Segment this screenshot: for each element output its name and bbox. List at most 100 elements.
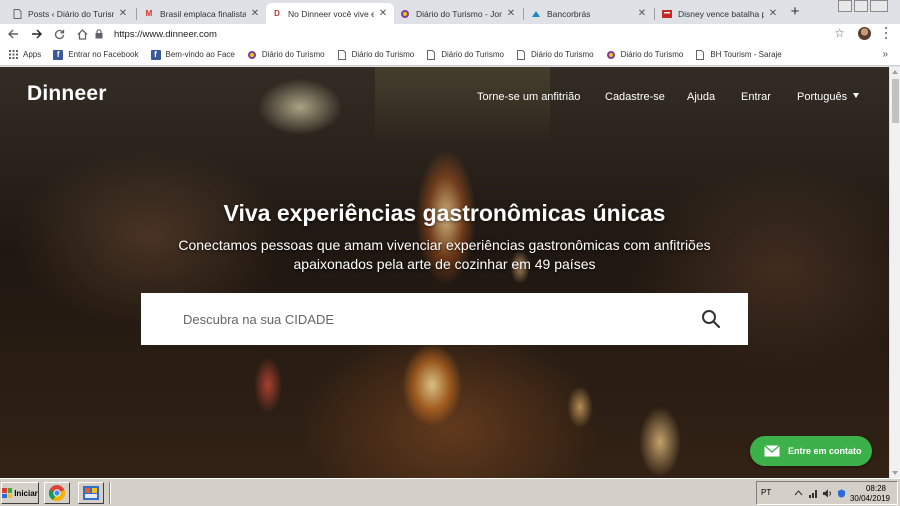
bookmark-label: Apps (23, 50, 42, 59)
gmail-icon: M (145, 9, 153, 18)
close-icon[interactable]: ✕ (378, 8, 388, 19)
hero-subtitle: Conectamos pessoas que amam vivenciar ex… (178, 237, 711, 272)
bookmark-facebook-login[interactable]: f Entrar no Facebook (53, 49, 139, 60)
home-icon[interactable] (72, 25, 92, 43)
close-icon[interactable]: ✕ (250, 8, 260, 19)
contact-button-label: Entre em contato (788, 446, 862, 456)
scroll-up-icon[interactable] (892, 70, 898, 74)
chrome-icon (48, 485, 66, 502)
tab-strip: Posts ‹ Diário do Turismo ✕ M Brasil emp… (0, 0, 900, 24)
system-tray: PT 08:28 30/04/2019 (756, 481, 898, 505)
language-indicator[interactable]: PT (761, 488, 771, 497)
clock-time: 08:28 (865, 484, 887, 493)
forward-icon[interactable] (26, 25, 46, 43)
minimize-button[interactable] (838, 0, 852, 12)
bookmark-apps[interactable]: Apps (8, 50, 41, 60)
bookmark-label: Bem-vindo ao Face (165, 50, 235, 59)
facebook-icon: f (150, 49, 161, 60)
hero-title: Viva experiências gastronômicas únicas (223, 200, 666, 226)
chevron-down-icon (853, 93, 859, 98)
nav-login[interactable]: Entrar (741, 91, 771, 103)
volume-icon[interactable] (823, 489, 832, 498)
search-icon[interactable] (701, 309, 721, 329)
profile-avatar[interactable] (858, 27, 871, 40)
dinneer-icon: D (274, 9, 280, 18)
contact-button[interactable]: Entre em contato (750, 436, 872, 466)
media-app-icon (83, 486, 99, 500)
tab-posts[interactable]: Posts ‹ Diário do Turismo ✕ (6, 3, 134, 24)
news-icon (662, 9, 672, 19)
chrome-taskbar-button[interactable] (44, 482, 70, 504)
diario-icon (247, 50, 257, 60)
menu-kebab-icon[interactable] (883, 26, 889, 40)
nav-become-host[interactable]: Torne-se um anfitrião (477, 91, 580, 103)
page-icon (516, 49, 526, 60)
page-icon (12, 8, 22, 19)
nav-language-select[interactable]: Português (797, 91, 847, 103)
diario-icon (400, 9, 410, 19)
bookmark-diario-1[interactable]: Diário do Turismo (247, 50, 325, 60)
tab-disney[interactable]: Disney vence batalha pe ✕ (656, 3, 784, 24)
tab-diario[interactable]: Diário do Turismo - Jorn ✕ (394, 3, 522, 24)
media-taskbar-button[interactable] (78, 482, 104, 504)
network-icon[interactable] (809, 489, 818, 498)
close-icon[interactable]: ✕ (768, 8, 778, 19)
tab-title: Brasil emplaca finalista e (160, 8, 246, 19)
bookmark-star-icon[interactable]: ☆ (834, 26, 845, 40)
lock-icon (95, 29, 105, 39)
scroll-down-icon[interactable] (892, 471, 898, 475)
mail-icon (764, 445, 780, 457)
bookmark-diario-5[interactable]: Diário do Turismo (606, 50, 684, 60)
close-icon[interactable]: ✕ (506, 8, 516, 19)
dinneer-logo[interactable]: Dinneer (27, 82, 107, 106)
scroll-thumb[interactable] (892, 79, 899, 123)
back-icon[interactable] (3, 25, 23, 43)
maximize-button[interactable] (854, 0, 868, 12)
nav-signup[interactable]: Cadastre-se (605, 91, 665, 103)
start-label: Iniciar (14, 488, 38, 498)
address-bar[interactable]: https://www.dinneer.com ☆ (95, 26, 855, 42)
bookmark-diario-2[interactable]: Diário do Turismo (337, 49, 415, 60)
close-icon[interactable]: ✕ (118, 8, 128, 19)
bookmarks-overflow-button[interactable]: » (882, 49, 888, 60)
page-scrollbar[interactable] (889, 67, 900, 478)
bookmark-bh-tourism[interactable]: BH Tourism - Saraje (695, 49, 782, 60)
tab-title: Disney vence batalha pe (678, 8, 764, 19)
new-tab-button[interactable]: + (786, 4, 804, 20)
tab-title: No Dinneer você vive ex (288, 8, 374, 19)
close-window-button[interactable] (870, 0, 888, 12)
start-button[interactable]: Iniciar (1, 482, 39, 504)
nav-help[interactable]: Ajuda (687, 91, 715, 103)
bookmark-label: Entrar no Facebook (68, 50, 139, 59)
bookmark-label: Diário do Turismo (261, 50, 325, 59)
browser-toolbar: https://www.dinneer.com ☆ (0, 24, 900, 44)
bookmark-label: BH Tourism - Saraje (710, 50, 782, 59)
bookmark-facebook-welcome[interactable]: f Bem-vindo ao Face (150, 49, 235, 60)
diario-icon (606, 50, 616, 60)
bookmark-label: Diário do Turismo (620, 50, 684, 59)
tab-bancorbras[interactable]: Bancorbrás ✕ (525, 3, 653, 24)
tab-title: Diário do Turismo - Jorn (416, 8, 502, 19)
url-text: https://www.dinneer.com (114, 28, 217, 40)
dinneer-page: Dinneer Torne-se um anfitrião Cadastre-s… (0, 67, 889, 478)
city-search-input[interactable] (183, 293, 683, 345)
tab-gmail[interactable]: M Brasil emplaca finalista e ✕ (138, 3, 266, 24)
facebook-icon: f (53, 49, 64, 60)
tab-dinneer[interactable]: D No Dinneer você vive ex ✕ (266, 3, 394, 24)
page-icon (426, 49, 436, 60)
windows-logo-icon (2, 488, 13, 498)
bancorbras-icon (531, 9, 541, 19)
bookmark-label: Diário do Turismo (351, 50, 415, 59)
close-icon[interactable]: ✕ (637, 8, 647, 19)
bookmark-diario-3[interactable]: Diário do Turismo (426, 49, 504, 60)
bookmark-label: Diário do Turismo (441, 50, 504, 59)
reload-icon[interactable] (49, 25, 69, 43)
clock-date: 30/04/2019 (849, 494, 891, 503)
apps-grid-icon (8, 50, 18, 60)
taskbar-divider (109, 482, 111, 504)
tab-title: Posts ‹ Diário do Turismo (28, 8, 114, 19)
bookmark-diario-4[interactable]: Diário do Turismo (516, 49, 594, 60)
tab-title: Bancorbrás (547, 8, 591, 19)
windows-taskbar: Iniciar PT 08:28 30/04/2019 (0, 478, 900, 506)
up-arrow-icon[interactable] (794, 489, 803, 498)
